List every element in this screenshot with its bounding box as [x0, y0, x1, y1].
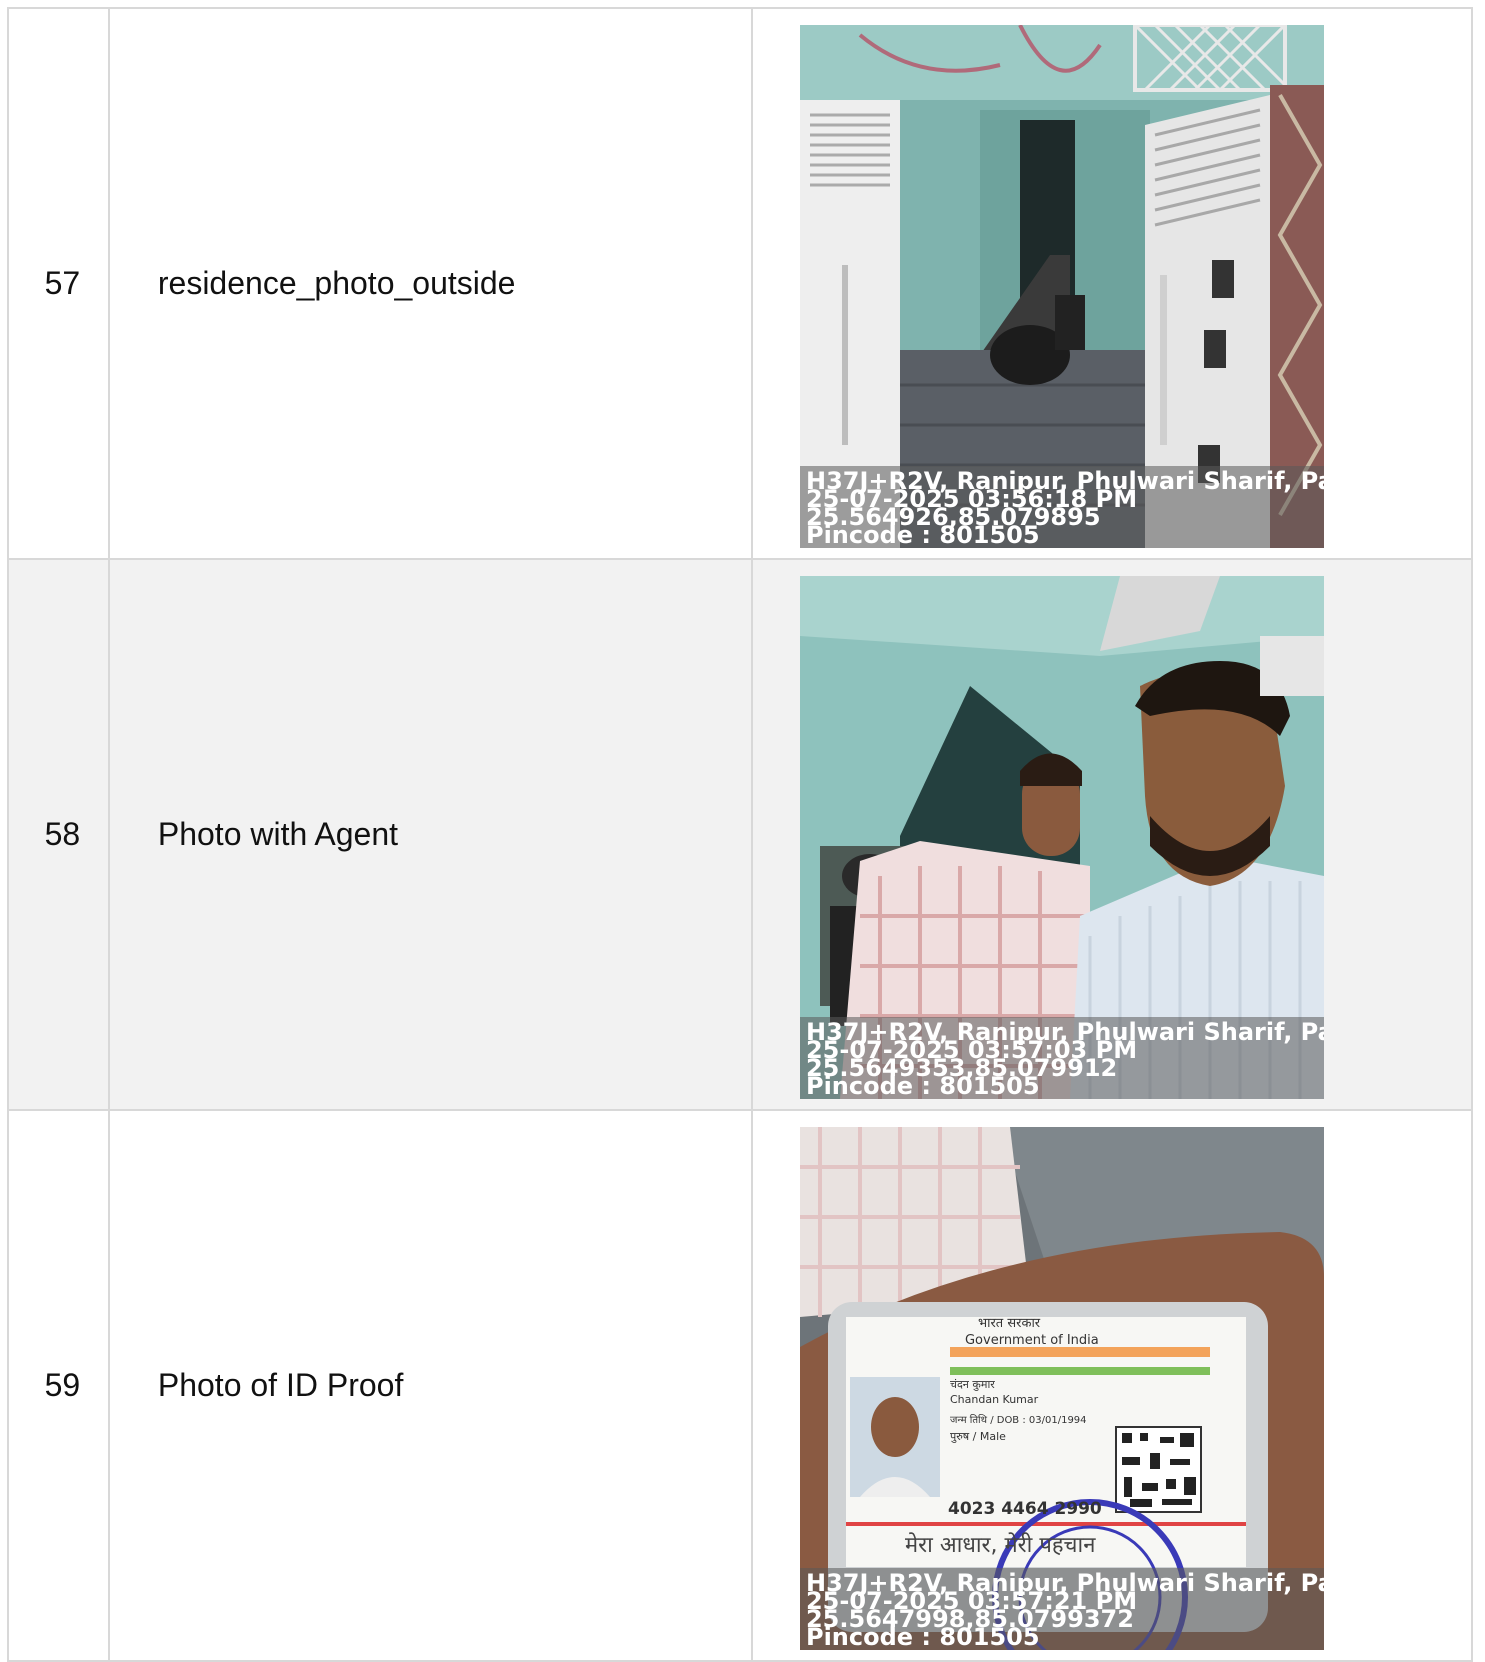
card-name-hindi: चंदन कुमार [949, 1378, 995, 1391]
card-dob: जन्म तिथि / DOB : 03/01/1994 [949, 1415, 1087, 1426]
card-name-english: Chandan Kumar [949, 1393, 1039, 1406]
geo-stamp: H37J+R2V, Ranipur, Phulwari Sharif, Patn… [799, 466, 1324, 548]
row-label: residence_photo_outside [109, 9, 753, 560]
card-header-hindi: भारत सरकार [977, 1316, 1041, 1331]
row-number: 57 [9, 9, 110, 560]
photo-cell: H37J+R2V, Ranipur, Phulwari Sharif, Patn… [752, 9, 1473, 560]
photo-cell: भारत सरकार Government of India चंदन कुमा… [752, 1111, 1473, 1662]
geo-stamp: H37J+R2V, Ranipur, Phulwari Sharif, Patn… [799, 1017, 1324, 1099]
card-number: 4023 4464 2990 [947, 1499, 1102, 1519]
row-number: 58 [9, 560, 110, 1111]
row-label: Photo of ID Proof [109, 1111, 753, 1662]
row-number: 59 [9, 1111, 110, 1662]
card-gender: पुरुष / Male [949, 1430, 1006, 1443]
card-header-english: Government of India [964, 1333, 1099, 1348]
photo-table: 57 residence_photo_outside H37J+R2V, Ran… [7, 7, 1473, 1662]
agent-photo[interactable]: H37J+R2V, Ranipur, Phulwari Sharif, Patn… [799, 576, 1324, 1099]
geo-stamp: H37J+R2V, Ranipur, Phulwari Sharif, Patn… [799, 1568, 1324, 1650]
row-label: Photo with Agent [109, 560, 753, 1111]
id-proof-photo[interactable]: भारत सरकार Government of India चंदन कुमा… [799, 1127, 1324, 1650]
card-footer-hindi: मेरा आधार, मेरी पहचान [904, 1533, 1096, 1558]
residence-photo[interactable]: H37J+R2V, Ranipur, Phulwari Sharif, Patn… [799, 25, 1324, 548]
table-row: 57 residence_photo_outside H37J+R2V, Ran… [9, 9, 1473, 560]
table-row: 59 Photo of ID Proof भारत सरकार Governme… [9, 1111, 1473, 1662]
photo-cell: H37J+R2V, Ranipur, Phulwari Sharif, Patn… [752, 560, 1473, 1111]
table-row: 58 Photo with Agent H37J+R2V, Ranipur, P… [9, 560, 1473, 1111]
